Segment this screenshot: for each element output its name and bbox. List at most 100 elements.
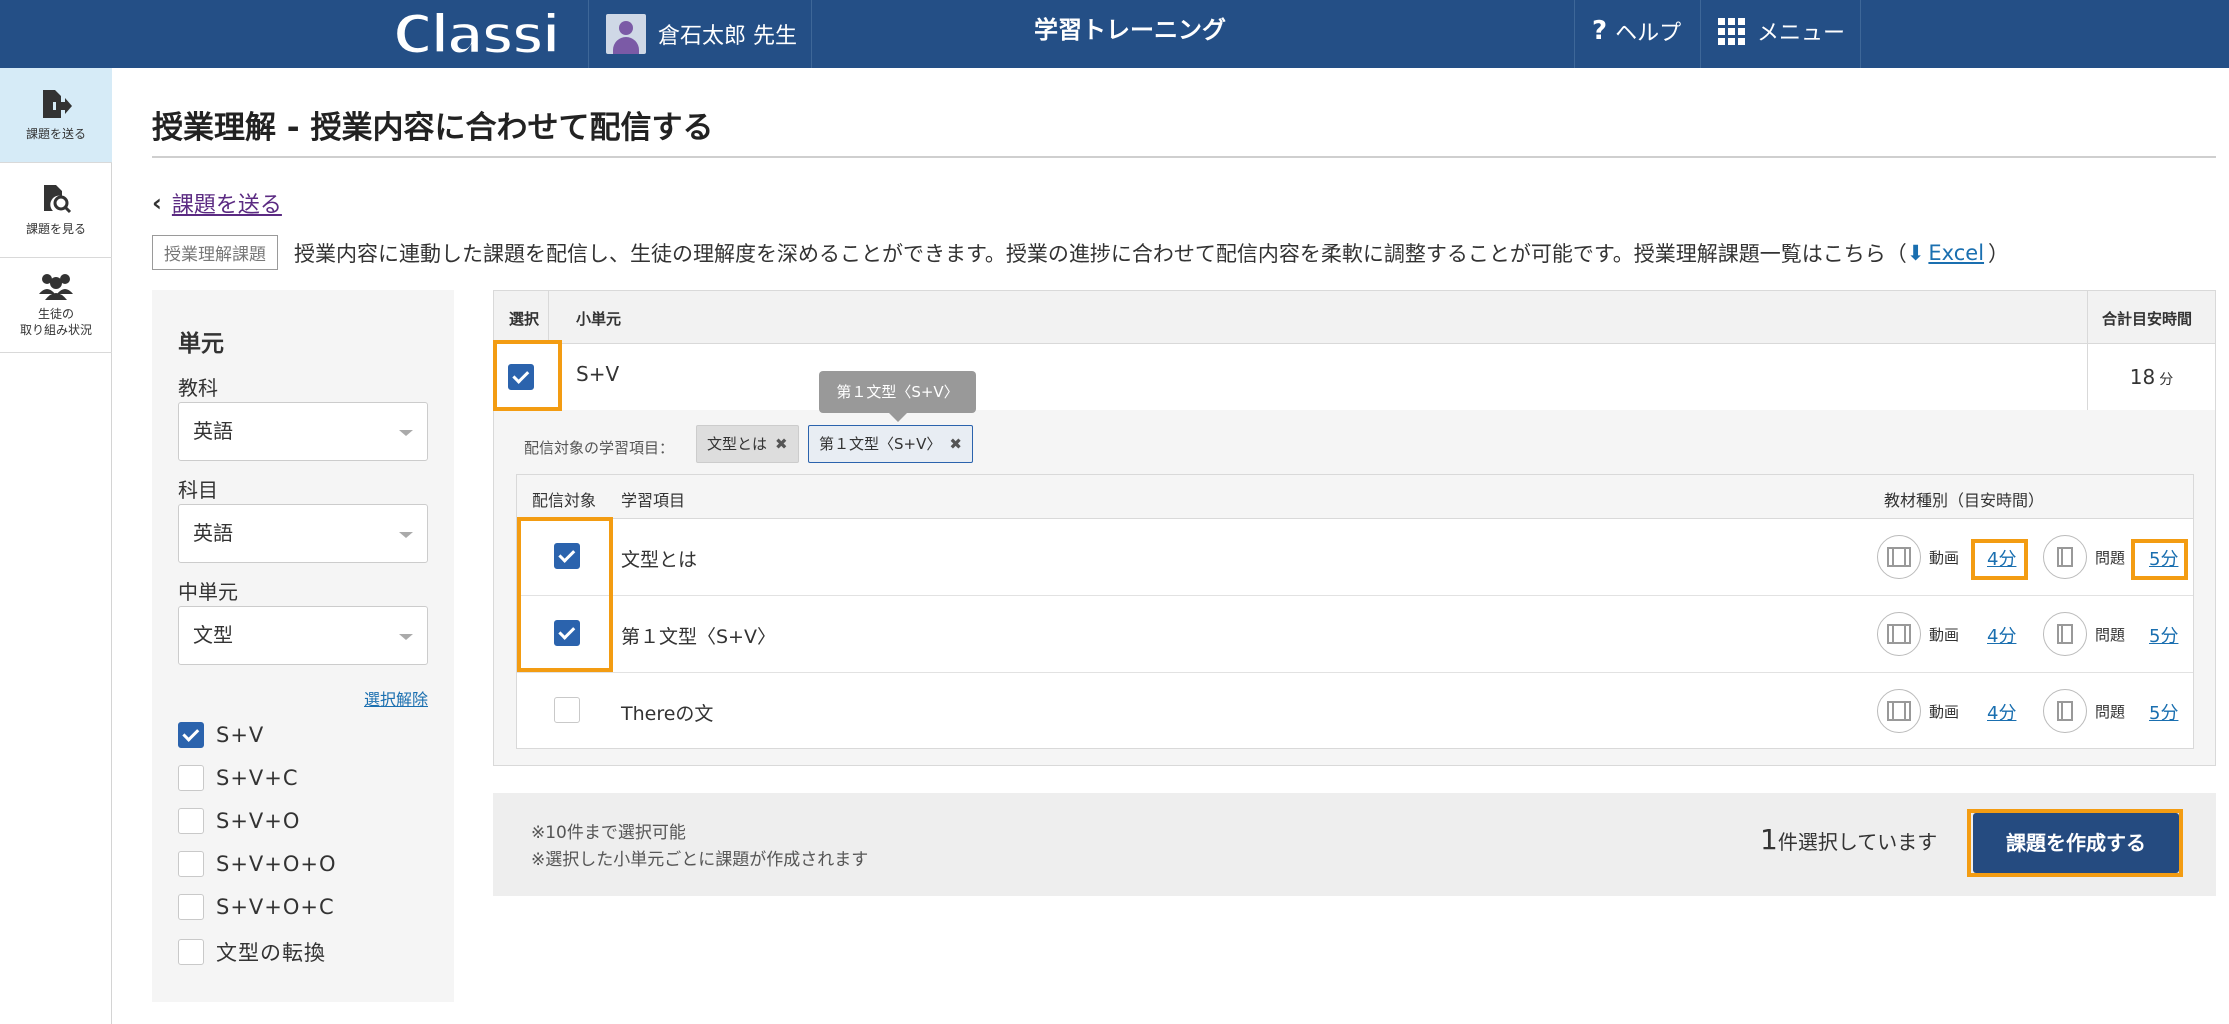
help-link[interactable]: ? ヘルプ [1592, 0, 1681, 62]
back-label: 課題を送る [171, 193, 282, 218]
page-title: 授業理解 - 授業内容に合わせて配信する [152, 110, 714, 146]
subunit-option[interactable]: S+V+C [178, 765, 299, 791]
checkbox[interactable] [178, 765, 204, 791]
subunit-option[interactable]: S+V+O [178, 808, 300, 834]
video-material: 動画 [1877, 612, 1959, 656]
highlight-box [2131, 539, 2188, 580]
students-icon [39, 274, 73, 300]
items-table: 配信対象 学習項目 教材種別（目安時間） 文型とは 動画 4分 問題 5分 第１… [516, 474, 2194, 749]
subunit-name: S+V [576, 362, 620, 386]
question-material: 問題 [2043, 535, 2125, 579]
course-select[interactable]: 英語 [178, 504, 428, 563]
subunit-option[interactable]: S+V+O+C [178, 894, 335, 920]
item-chip[interactable]: 第１文型〈S+V〉 ✖ [808, 425, 973, 463]
film-icon [1877, 535, 1921, 579]
table-row[interactable]: Thereの文 動画 4分 問題 5分 [517, 673, 2193, 750]
target-items-label: 配信対象の学習項目： [524, 439, 675, 457]
video-material: 動画 [1877, 689, 1959, 733]
description-text: 授業内容に連動した課題を配信し、生徒の理解度を深めることができます。授業の進捗に… [294, 241, 1907, 266]
note-limit: ※10件まで選択可能 [531, 823, 686, 843]
course-label: 科目 [178, 478, 218, 502]
question-time-link[interactable]: 5分 [2149, 622, 2178, 648]
description-end: ） [1988, 241, 2010, 266]
left-nav: 課題を送る 課題を見る 生徒の 取り組み状況 [0, 68, 112, 1024]
highlight-box [517, 517, 613, 672]
subunit-option[interactable]: S+V [178, 722, 264, 748]
remove-icon[interactable]: ✖ [949, 435, 962, 453]
video-time-link[interactable]: 4分 [1987, 622, 2016, 648]
nav-send-assignment[interactable]: 課題を送る [0, 68, 112, 163]
action-footer: ※10件まで選択可能 ※選択した小単元ごとに課題が作成されます 1件選択していま… [493, 793, 2216, 896]
checkbox-checked[interactable] [178, 722, 204, 748]
filter-heading: 単元 [178, 331, 224, 357]
nav-label: 課題を送る [25, 127, 86, 141]
film-icon [1877, 689, 1921, 733]
subject-select[interactable]: 英語 [178, 402, 428, 461]
unit-label: 中単元 [178, 580, 238, 604]
book-icon [2043, 689, 2087, 733]
nav-label: 取り組み状況 [19, 323, 92, 337]
table-row[interactable]: 第１文型〈S+V〉 動画 4分 問題 5分 [517, 596, 2193, 673]
user-profile[interactable]: 倉石太郎 先生 [606, 12, 797, 56]
menu-button[interactable]: メニュー [1718, 0, 1845, 62]
nav-student-status[interactable]: 生徒の 取り組み状況 [0, 258, 112, 353]
avatar-icon [606, 14, 646, 54]
table-row[interactable]: 文型とは 動画 4分 問題 5分 [517, 519, 2193, 596]
grid-menu-icon [1718, 17, 1745, 45]
book-icon [2043, 535, 2087, 579]
remove-icon[interactable]: ✖ [775, 435, 788, 453]
top-header: Classi 倉石太郎 先生 学習トレーニング ? ヘルプ メニュー [0, 0, 2229, 68]
description-row: 授業理解課題 授業内容に連動した課題を配信し、生徒の理解度を深めることができます… [152, 235, 2009, 270]
menu-label: メニュー [1757, 21, 1846, 46]
nav-label: 生徒の [37, 307, 74, 321]
highlight-box [1967, 809, 2183, 877]
clear-selection-link[interactable]: 選択解除 [364, 686, 428, 710]
classi-logo[interactable]: Classi [391, 1, 561, 67]
highlight-box [1971, 539, 2028, 580]
header-divider [811, 0, 812, 68]
header-divider [588, 0, 589, 68]
help-label: ヘルプ [1615, 21, 1682, 46]
items-header: 配信対象 学習項目 教材種別（目安時間） [517, 475, 2193, 519]
col-total-time: 合計目安時間 [2102, 310, 2193, 328]
book-icon [2043, 612, 2087, 656]
question-material: 問題 [2043, 689, 2125, 733]
category-tag: 授業理解課題 [152, 235, 278, 270]
item-chip[interactable]: 文型とは ✖ [696, 425, 799, 463]
tooltip: 第１文型〈S+V〉 [819, 371, 976, 422]
subunit-option[interactable]: 文型の転換 [178, 937, 326, 967]
question-time-link[interactable]: 5分 [2149, 699, 2178, 725]
help-icon: ? [1592, 16, 1608, 46]
nav-label: 課題を見る [25, 222, 86, 236]
send-document-icon [43, 90, 72, 118]
header-divider [1574, 0, 1575, 68]
film-icon [1877, 612, 1921, 656]
title-divider [152, 156, 2216, 158]
col-select: 選択 [509, 310, 540, 328]
video-time-link[interactable]: 4分 [1987, 699, 2016, 725]
user-name: 倉石太郎 先生 [658, 24, 797, 49]
back-link[interactable]: ‹ 課題を送る [152, 187, 282, 219]
header-divider [1700, 0, 1701, 68]
header-divider [1860, 0, 1861, 68]
search-document-icon [44, 185, 72, 214]
checkbox[interactable] [178, 851, 204, 877]
video-material: 動画 [1877, 535, 1959, 579]
download-icon: ⬇ [1906, 240, 1925, 265]
nav-view-assignment[interactable]: 課題を見る [0, 163, 112, 258]
chevron-left-icon: ‹ [152, 189, 162, 217]
table-row[interactable]: S+V 18 分 [494, 344, 2215, 410]
item-checkbox[interactable] [554, 697, 580, 723]
unit-select[interactable]: 文型 [178, 606, 428, 665]
filter-panel: 単元 教科 英語 科目 英語 中単元 文型 選択解除 S+V S+V+C S+V… [152, 290, 454, 1002]
excel-link[interactable]: Excel [1928, 241, 1984, 265]
checkbox[interactable] [178, 939, 204, 965]
checkbox[interactable] [178, 894, 204, 920]
table-header: 選択 小単元 合計目安時間 [494, 291, 2215, 344]
selection-count: 1件選択しています [1760, 823, 1938, 856]
col-subunit: 小単元 [576, 310, 622, 328]
subject-label: 教科 [178, 376, 218, 400]
checkbox[interactable] [178, 808, 204, 834]
subunit-option[interactable]: S+V+O+O [178, 851, 337, 877]
question-material: 問題 [2043, 612, 2125, 656]
